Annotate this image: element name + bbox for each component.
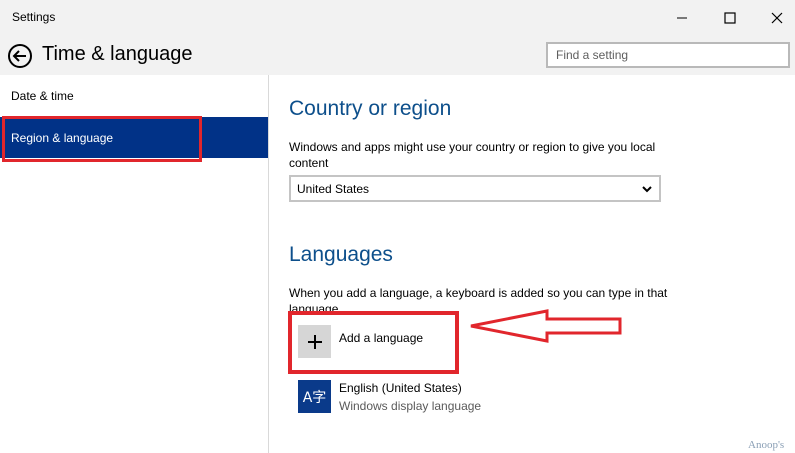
search-input[interactable]: [546, 42, 790, 68]
country-heading: Country or region: [289, 97, 452, 120]
plus-icon: [307, 334, 322, 349]
annotation-arrow-icon: [470, 309, 622, 343]
language-icon: A字: [298, 380, 331, 413]
country-description: Windows and apps might use your country …: [289, 140, 656, 170]
language-subtitle: Windows display language: [339, 399, 482, 413]
languages-heading: Languages: [289, 243, 393, 266]
country-dropdown[interactable]: United States: [289, 175, 661, 202]
country-selected-value: United States: [297, 181, 370, 196]
page-title: Time & language: [42, 43, 193, 65]
page-header: Time & language: [0, 35, 795, 75]
sidebar-item-date-time[interactable]: Date & time: [0, 75, 268, 117]
title-bar: Settings: [0, 0, 795, 35]
maximize-icon: [724, 11, 736, 24]
add-language-button[interactable]: [298, 325, 331, 358]
minimize-icon: [677, 17, 687, 18]
close-button[interactable]: [754, 0, 795, 35]
maximize-button[interactable]: [707, 0, 753, 35]
chevron-down-icon: [642, 186, 652, 193]
close-icon: [771, 12, 783, 23]
sidebar: Date & time Region & language: [0, 75, 268, 453]
add-language-label[interactable]: Add a language: [339, 331, 423, 345]
main-content: Country or region Windows and apps might…: [269, 75, 795, 453]
minimize-button[interactable]: [659, 0, 705, 35]
highlight-box-sidebar: [2, 116, 202, 162]
language-name[interactable]: English (United States): [339, 381, 462, 395]
window-title: Settings: [12, 10, 56, 24]
back-arrow-icon[interactable]: [7, 43, 33, 69]
watermark-text: Anoop's: [748, 439, 785, 451]
